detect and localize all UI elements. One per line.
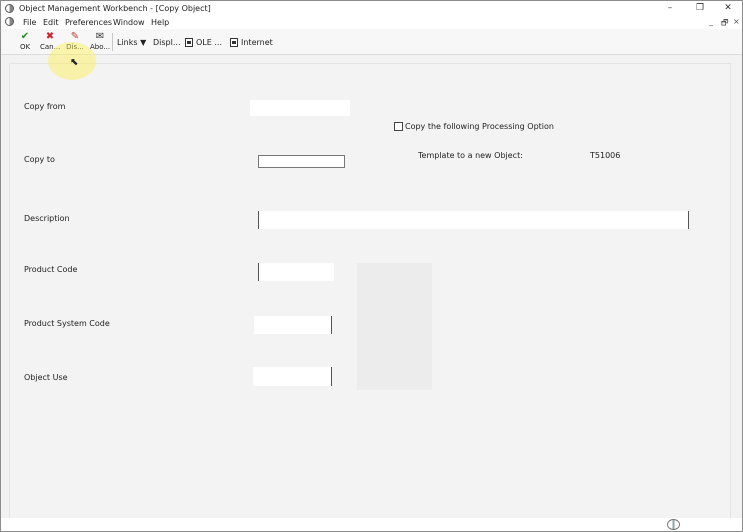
empty-panel (357, 263, 432, 390)
menu-bar: File Edit Preferences Window Help _ 🗗 × (1, 16, 742, 29)
display-label: Dis... (66, 43, 84, 51)
ole-button[interactable]: OLE ... (185, 38, 222, 47)
cancel-label: Can... (40, 43, 61, 51)
internet-label: Internet (241, 38, 273, 47)
restore-button[interactable]: ❐ (693, 2, 707, 14)
display-button[interactable]: ✎ Dis... (65, 31, 85, 53)
links-label: Links (117, 38, 138, 47)
copy-processing-option-label: Copy the following Processing Option (405, 122, 554, 131)
about-button[interactable]: ✉ Abo... (90, 31, 110, 53)
ok-label: OK (19, 43, 31, 51)
template-value: T51006 (590, 151, 621, 160)
doc-minimize-button[interactable]: _ (709, 17, 713, 26)
copy-to-field[interactable] (258, 155, 345, 168)
window-title: Object Management Workbench - [Copy Obje… (19, 4, 211, 13)
internet-icon (230, 38, 238, 47)
ole-icon (185, 38, 193, 47)
title-bar: Object Management Workbench - [Copy Obje… (1, 1, 742, 16)
description-field[interactable] (258, 211, 689, 229)
document-icon[interactable] (5, 17, 14, 26)
check-icon: ✔ (20, 31, 30, 42)
about-label: Abo... (90, 43, 111, 51)
menu-preferences[interactable]: Preferences (65, 18, 112, 27)
toolbar: ✔ OK ✖ Can... ✎ Dis... ✉ Abo... Links ▼ … (1, 29, 742, 55)
toolbar-separator (112, 33, 113, 51)
product-code-field[interactable] (258, 263, 334, 281)
object-use-field[interactable] (253, 367, 332, 386)
chevron-down-icon: ▼ (140, 38, 147, 47)
eraser-icon: ✎ (70, 31, 80, 42)
close-button[interactable]: ✕ (721, 2, 735, 14)
product-system-code-field[interactable] (254, 316, 332, 334)
links-menu[interactable]: Links ▼ (117, 38, 146, 47)
description-label: Description (24, 214, 70, 223)
copy-from-label: Copy from (24, 102, 66, 111)
ole-label: OLE ... (196, 38, 222, 47)
mouse-cursor-icon: ⬉ (70, 57, 79, 68)
menu-help[interactable]: Help (151, 18, 169, 27)
display-menu-button[interactable]: Displ... (153, 38, 180, 47)
menu-window[interactable]: Window (113, 18, 145, 27)
status-bar (1, 518, 742, 531)
template-label: Template to a new Object: (418, 151, 523, 160)
minimize-button[interactable]: – (663, 2, 677, 14)
doc-close-button[interactable]: × (733, 17, 740, 26)
menu-file[interactable]: File (23, 18, 36, 27)
copy-object-form: Copy from Copy the following Processing … (9, 63, 731, 523)
product-system-code-label: Product System Code (24, 319, 110, 328)
object-use-label: Object Use (24, 373, 68, 382)
ok-button[interactable]: ✔ OK (15, 31, 35, 53)
copy-object-window: Object Management Workbench - [Copy Obje… (0, 0, 743, 532)
copy-processing-option-checkbox[interactable] (394, 122, 403, 131)
menu-edit[interactable]: Edit (43, 18, 59, 27)
cancel-button[interactable]: ✖ Can... (40, 31, 60, 53)
globe-icon (667, 519, 680, 530)
x-icon: ✖ (45, 31, 55, 42)
internet-button[interactable]: Internet (230, 38, 273, 47)
copy-from-field[interactable] (250, 100, 350, 116)
about-icon: ✉ (95, 31, 105, 42)
product-code-label: Product Code (24, 265, 78, 274)
copy-to-label: Copy to (24, 155, 55, 164)
app-icon[interactable] (5, 4, 14, 13)
